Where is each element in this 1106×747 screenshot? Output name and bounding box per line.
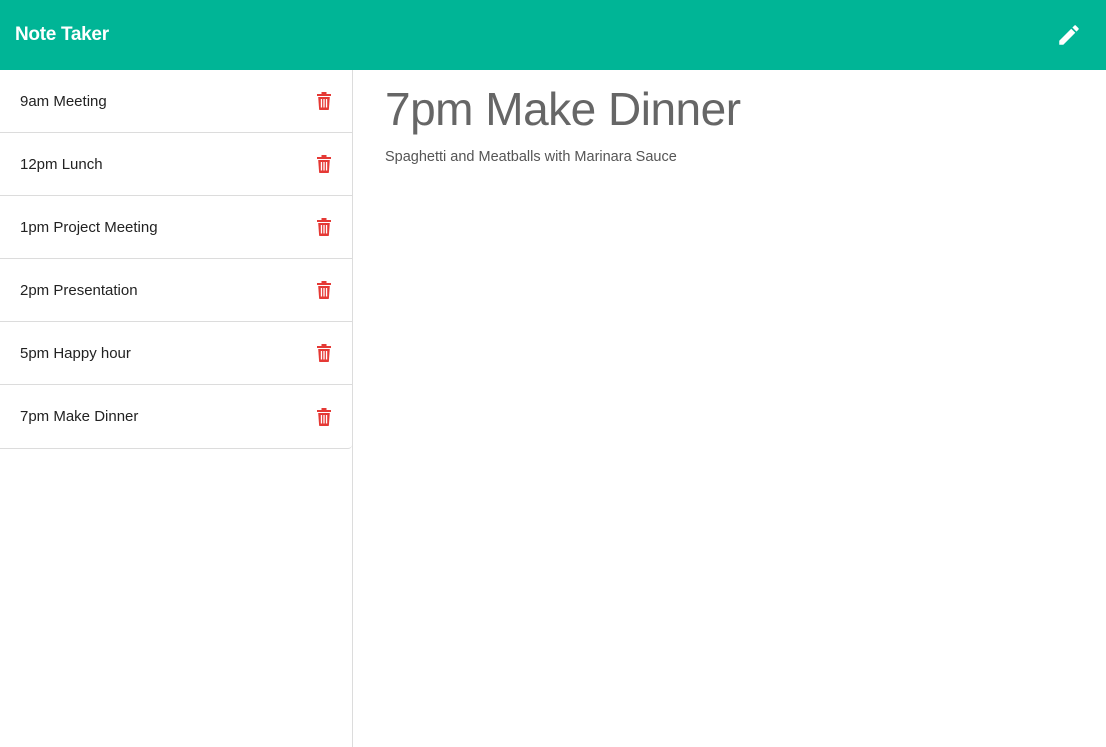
note-list-item-title: 1pm Project Meeting — [20, 218, 158, 236]
delete-note-button[interactable] — [316, 92, 332, 110]
app-title[interactable]: Note Taker — [15, 24, 109, 46]
note-list-item-title: 9am Meeting — [20, 92, 107, 110]
note-list-item[interactable]: 9am Meeting — [0, 70, 352, 133]
note-detail-panel: 7pm Make Dinner Spaghetti and Meatballs … — [353, 70, 1106, 747]
note-list-item-title: 2pm Presentation — [20, 281, 138, 299]
note-list-item[interactable]: 1pm Project Meeting — [0, 196, 352, 259]
top-navbar: Note Taker — [0, 0, 1106, 70]
note-list-item[interactable]: 7pm Make Dinner — [0, 385, 352, 448]
note-text[interactable]: Spaghetti and Meatballs with Marinara Sa… — [385, 149, 1074, 165]
delete-note-button[interactable] — [316, 407, 332, 426]
note-list: 9am Meeting 12pm Lunch 1pm Project Meeti… — [0, 70, 352, 449]
note-list-item[interactable]: 5pm Happy hour — [0, 322, 352, 385]
note-list-item[interactable]: 2pm Presentation — [0, 259, 352, 322]
notes-sidebar: 9am Meeting 12pm Lunch 1pm Project Meeti… — [0, 70, 353, 747]
note-list-item-title: 12pm Lunch — [20, 155, 103, 173]
note-list-item-title: 7pm Make Dinner — [20, 408, 139, 425]
delete-note-button[interactable] — [316, 218, 332, 236]
trash-icon — [317, 344, 331, 362]
trash-icon — [317, 281, 331, 299]
delete-note-button[interactable] — [316, 344, 332, 362]
new-note-button[interactable] — [1054, 20, 1084, 50]
trash-icon — [317, 155, 331, 173]
note-list-item[interactable]: 12pm Lunch — [0, 133, 352, 196]
delete-note-button[interactable] — [316, 155, 332, 173]
trash-icon — [317, 218, 331, 236]
note-title[interactable]: 7pm Make Dinner — [385, 82, 1074, 136]
trash-icon — [317, 407, 331, 426]
pencil-icon — [1059, 25, 1079, 45]
note-list-item-title: 5pm Happy hour — [20, 344, 131, 362]
delete-note-button[interactable] — [316, 281, 332, 299]
trash-icon — [317, 92, 331, 110]
